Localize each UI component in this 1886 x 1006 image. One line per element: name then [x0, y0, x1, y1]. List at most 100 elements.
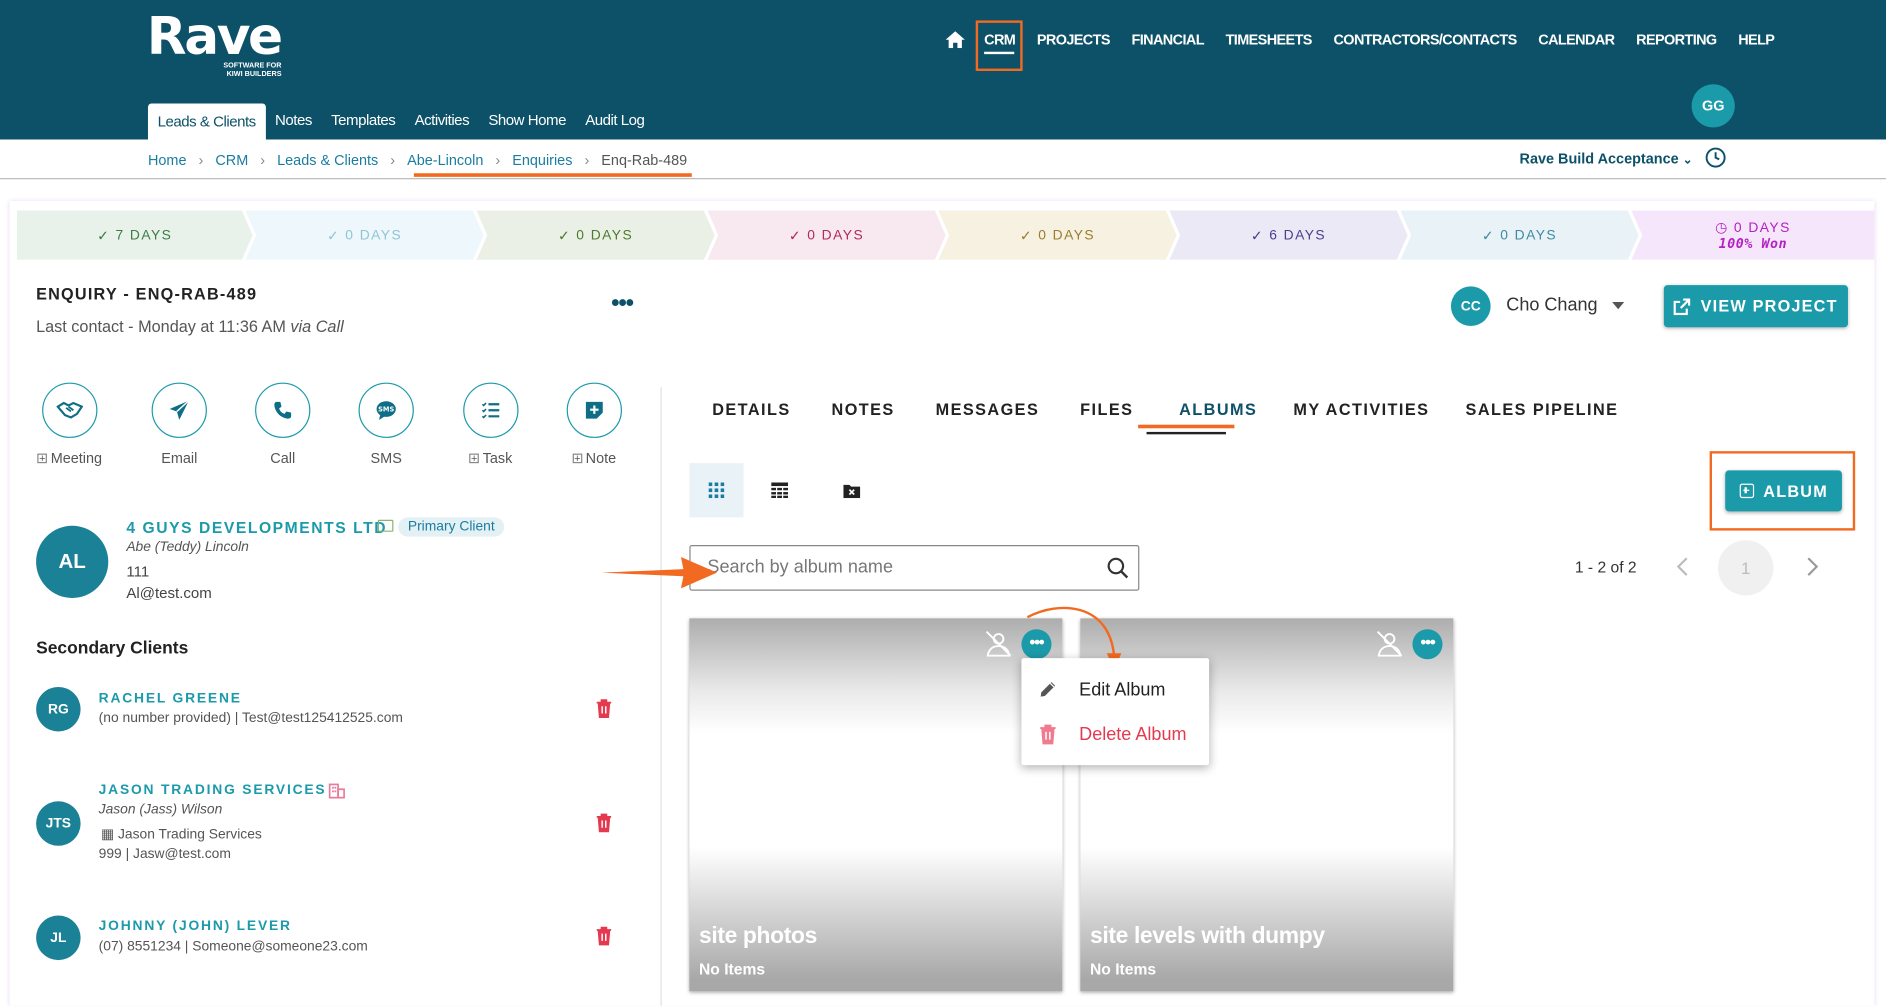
- subnav-templates[interactable]: Templates: [321, 103, 404, 139]
- secondary-client-name[interactable]: JOHNNY (JOHN) LEVER: [99, 919, 292, 933]
- delete-album-menu-item[interactable]: Delete Album: [1021, 712, 1209, 755]
- stage-5[interactable]: ✓ 0 DAYS: [938, 211, 1176, 260]
- tab-sales-pipeline[interactable]: SALES PIPELINE: [1466, 401, 1619, 419]
- edit-album-menu-item[interactable]: Edit Album: [1021, 668, 1209, 711]
- delete-album-label: Delete Album: [1079, 723, 1187, 745]
- edit-album-label: Edit Album: [1079, 679, 1166, 700]
- stage-2[interactable]: ✓ 0 DAYS: [245, 211, 483, 260]
- trash-icon[interactable]: [596, 926, 613, 946]
- primary-client-company[interactable]: 4 GUYS DEVELOPMENTS LTD: [126, 519, 387, 537]
- tab-details[interactable]: DETAILS: [712, 401, 790, 419]
- no-user-icon[interactable]: [984, 630, 1013, 657]
- subnav-activities[interactable]: Activities: [405, 103, 479, 139]
- secondary-client-name[interactable]: RACHEL GREENE: [99, 692, 242, 706]
- note-add-icon[interactable]: [566, 382, 623, 438]
- id-card-icon: [377, 519, 394, 532]
- stage-label: 0 DAYS: [345, 227, 403, 243]
- clock-icon[interactable]: [1705, 147, 1727, 169]
- chevron-left-icon[interactable]: [1674, 556, 1693, 578]
- crumb-leads-clients[interactable]: Leads & Clients: [277, 152, 378, 169]
- stage-6[interactable]: ✓ 6 DAYS: [1169, 211, 1407, 260]
- action-label: Note: [585, 449, 617, 467]
- secondary-client-company: ▦ Jason Trading Services: [101, 825, 262, 842]
- stage-1[interactable]: ✓ 7 DAYS: [17, 211, 253, 260]
- chevron-right-icon[interactable]: [1802, 556, 1821, 578]
- trash-icon[interactable]: [596, 813, 613, 833]
- action-task[interactable]: + Task: [455, 382, 527, 467]
- crumb-client[interactable]: Abe-Lincoln: [407, 152, 483, 169]
- nav-calendar[interactable]: CALENDAR: [1538, 31, 1615, 48]
- stage-8-won[interactable]: ◷ 0 DAYS 100% Won: [1631, 210, 1875, 260]
- secondary-client-name[interactable]: JASON TRADING SERVICES: [99, 783, 327, 797]
- subnav-leads-clients[interactable]: Leads & Clients: [147, 103, 266, 140]
- tab-files[interactable]: FILES: [1080, 401, 1133, 419]
- album-context-menu: Edit Album Delete Album: [1021, 658, 1210, 766]
- crumb-enquiries[interactable]: Enquiries: [512, 152, 572, 169]
- tab-notes[interactable]: NOTES: [832, 401, 895, 419]
- grid-view-button[interactable]: [689, 463, 744, 518]
- album-more-button[interactable]: •••: [1412, 629, 1443, 660]
- crm-highlight-box: [975, 20, 1023, 71]
- crumb-crm[interactable]: CRM: [215, 152, 248, 169]
- trash-icon: [1040, 723, 1056, 744]
- subnav-show-home[interactable]: Show Home: [479, 103, 576, 139]
- home-icon[interactable]: [945, 31, 965, 49]
- checklist-icon[interactable]: [463, 382, 519, 438]
- handshake-icon[interactable]: [42, 382, 98, 438]
- tab-my-activities[interactable]: MY ACTIVITIES: [1293, 401, 1429, 419]
- subnav-audit-log[interactable]: Audit Log: [576, 103, 654, 139]
- nav-timesheets[interactable]: TIMESHEETS: [1226, 31, 1313, 48]
- no-user-icon[interactable]: [1375, 630, 1404, 657]
- caret-down-icon[interactable]: [1612, 301, 1625, 310]
- crumb-home[interactable]: Home: [148, 152, 187, 169]
- nav-contractors-contacts[interactable]: CONTRACTORS/CONTACTS: [1333, 31, 1517, 48]
- stage-4[interactable]: ✓ 0 DAYS: [707, 211, 945, 260]
- stage-3[interactable]: ✓ 0 DAYS: [476, 211, 714, 260]
- environment-selector[interactable]: Rave Build Acceptance ⌄: [1520, 150, 1693, 167]
- search-icon[interactable]: [1107, 557, 1129, 579]
- sms-icon[interactable]: SMS: [358, 382, 414, 438]
- nav-help[interactable]: HELP: [1738, 31, 1775, 48]
- nav-projects[interactable]: PROJECTS: [1037, 31, 1111, 48]
- assignee-name[interactable]: Cho Chang: [1506, 295, 1597, 315]
- send-icon[interactable]: [151, 382, 207, 438]
- logo-tagline-2: KIWI BUILDERS: [226, 70, 282, 79]
- rave-logo[interactable]: Rave SOFTWARE FOR KIWI BUILDERS: [147, 10, 283, 80]
- view-project-button[interactable]: VIEW PROJECT: [1663, 285, 1848, 328]
- nav-financial[interactable]: FINANCIAL: [1132, 31, 1205, 48]
- check-icon: ✓: [788, 229, 808, 244]
- tab-albums[interactable]: ALBUMS: [1179, 401, 1257, 419]
- tab-messages[interactable]: MESSAGES: [936, 401, 1040, 419]
- action-email[interactable]: Email: [143, 382, 215, 467]
- action-call[interactable]: Call: [247, 382, 319, 467]
- secondary-client-details: 999 | Jasw@test.com: [98, 846, 231, 862]
- assignee-avatar[interactable]: CC: [1450, 286, 1491, 327]
- table-view-button[interactable]: [752, 463, 806, 517]
- check-icon: ✓: [326, 229, 346, 244]
- action-meeting[interactable]: + Meeting: [34, 382, 106, 467]
- nav-reporting[interactable]: REPORTING: [1636, 31, 1717, 48]
- view-project-label: VIEW PROJECT: [1700, 297, 1838, 316]
- breadcrumb: Home › CRM › Leads & Clients › Abe-Lincoln ›…: [148, 152, 699, 169]
- chevron-down-icon: ⌄: [1682, 153, 1693, 168]
- secondary-client-details: (07) 8551234 | Someone@someone23.com: [98, 939, 368, 955]
- user-avatar[interactable]: GG: [1691, 84, 1735, 128]
- table-icon: [770, 482, 788, 499]
- album-card[interactable]: ••• site photos No Items: [689, 618, 1063, 992]
- subnav-notes[interactable]: Notes: [265, 103, 321, 139]
- action-note[interactable]: + Note: [558, 382, 630, 467]
- pagination-page[interactable]: 1: [1718, 540, 1774, 596]
- check-icon: ✓: [1250, 229, 1270, 244]
- add-album-button[interactable]: ALBUM: [1725, 470, 1842, 512]
- enquiry-more-menu[interactable]: •••: [611, 291, 634, 315]
- folder-delete-button[interactable]: [824, 463, 878, 517]
- phone-icon[interactable]: [255, 382, 311, 438]
- pagination-range: 1 - 2 of 2: [1574, 558, 1637, 577]
- timer-icon: ◷: [1715, 221, 1734, 236]
- main-nav: CRM PROJECTS FINANCIAL TIMESHEETS CONTRA…: [945, 31, 1796, 49]
- action-sms[interactable]: SMS SMS: [350, 382, 422, 467]
- trash-icon[interactable]: [596, 699, 613, 718]
- album-search-input[interactable]: [707, 557, 1093, 578]
- stage-7[interactable]: ✓ 0 DAYS: [1400, 211, 1638, 260]
- stage-label: 0 DAYS: [1500, 227, 1558, 243]
